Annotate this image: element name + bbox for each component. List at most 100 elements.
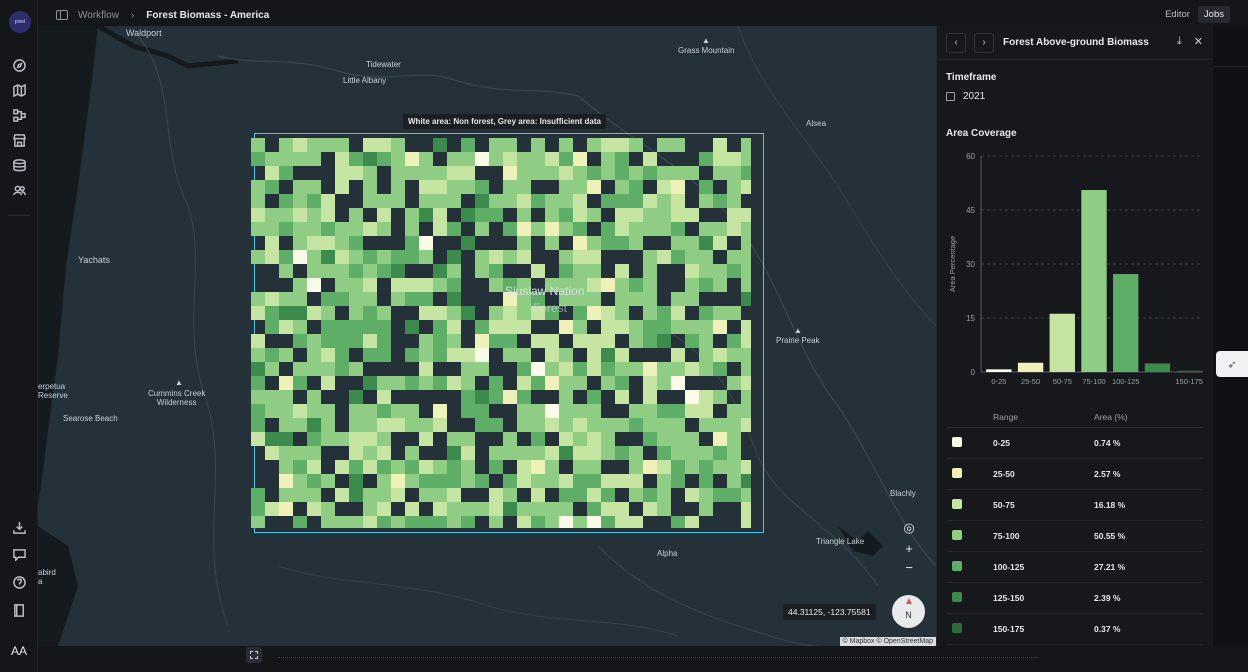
raster-cell xyxy=(671,432,685,446)
app-logo[interactable]: pixel xyxy=(9,11,31,33)
place-label: Triangle Lake xyxy=(816,537,865,546)
raster-cell xyxy=(321,348,335,362)
raster-cell xyxy=(503,348,517,362)
raster-cell xyxy=(587,334,601,348)
raster-cell xyxy=(517,194,531,208)
raster-cell xyxy=(251,180,265,194)
raster-cell xyxy=(741,362,751,376)
raster-cell xyxy=(419,460,433,474)
map-attribution[interactable]: © Mapbox © OpenStreetMap xyxy=(839,637,936,646)
book-icon[interactable] xyxy=(12,603,26,617)
raster-cell xyxy=(489,278,503,292)
raster-cell xyxy=(475,152,489,166)
help-icon[interactable] xyxy=(12,575,26,589)
raster-cell xyxy=(461,432,475,446)
raster-cell xyxy=(363,222,377,236)
close-icon[interactable]: ✕ xyxy=(1194,35,1203,48)
raster-cell xyxy=(293,460,307,474)
raster-cell xyxy=(615,516,629,528)
raster-cell xyxy=(517,362,531,376)
download-icon[interactable] xyxy=(12,520,26,534)
raster-cell xyxy=(671,292,685,306)
raster-cell xyxy=(741,404,751,418)
next-icon[interactable]: › xyxy=(974,32,994,53)
breadcrumb-workflow[interactable]: Workflow xyxy=(78,10,119,21)
team-icon[interactable] xyxy=(12,183,26,197)
panel-actions: ⤓ ✕ xyxy=(1177,35,1203,48)
download-icon[interactable]: ⤓ xyxy=(1177,35,1182,48)
fullscreen-button[interactable] xyxy=(246,647,262,663)
compass-button[interactable]: N xyxy=(892,595,925,628)
bar[interactable] xyxy=(1017,362,1044,372)
store-icon[interactable] xyxy=(12,133,26,147)
range-cell: 50-75 xyxy=(993,500,1015,510)
chat-icon[interactable] xyxy=(12,547,26,561)
bar[interactable] xyxy=(1081,190,1107,372)
raster-cell xyxy=(699,152,713,166)
rocket-icon[interactable]: ➶ xyxy=(1216,351,1248,377)
raster-cell xyxy=(377,488,391,502)
raster-cell xyxy=(391,292,405,306)
raster-cell xyxy=(447,320,461,334)
raster-cell xyxy=(405,460,419,474)
raster-cell xyxy=(419,194,433,208)
raster-cell xyxy=(447,376,461,390)
raster-cell xyxy=(279,306,293,320)
raster-cell xyxy=(475,334,489,348)
bar[interactable] xyxy=(1176,370,1202,372)
raster-cell xyxy=(629,278,643,292)
raster-cell xyxy=(461,502,475,516)
raster-cell xyxy=(349,404,363,418)
bar[interactable] xyxy=(1049,313,1075,372)
raster-cell xyxy=(727,152,741,166)
bar[interactable] xyxy=(986,369,1012,372)
editor-tab[interactable]: Editor xyxy=(1159,6,1196,23)
raster-cell xyxy=(489,516,503,528)
raster-cell xyxy=(265,404,279,418)
raster-cell xyxy=(419,152,433,166)
database-icon[interactable] xyxy=(12,158,26,172)
map-canvas[interactable]: Waldport Tidewater Little Albany ▲ Grass… xyxy=(38,26,936,646)
map-icon[interactable] xyxy=(12,83,26,97)
raster-cell xyxy=(489,418,503,432)
jobs-tab[interactable]: Jobs xyxy=(1197,6,1230,23)
raster-cell xyxy=(419,166,433,180)
bar[interactable] xyxy=(1144,363,1171,372)
raster-cell xyxy=(713,390,727,404)
raster-cell xyxy=(531,264,545,278)
raster-cell xyxy=(573,446,587,460)
fullscreen-icon xyxy=(250,651,258,659)
timeline-track[interactable] xyxy=(278,657,1038,658)
raster-cell xyxy=(741,138,751,152)
raster-cell xyxy=(363,152,377,166)
user-avatar[interactable]: AA xyxy=(6,640,32,662)
raster-cell xyxy=(727,222,741,236)
zoom-in-button[interactable]: + xyxy=(901,540,917,556)
raster-cell xyxy=(475,180,489,194)
locate-icon[interactable]: ◎ xyxy=(901,520,917,536)
raster-cell xyxy=(335,334,349,348)
sidebar-toggle-icon[interactable] xyxy=(56,10,68,20)
workflow-icon[interactable] xyxy=(12,108,26,122)
bar[interactable] xyxy=(1113,274,1139,372)
compass-icon[interactable] xyxy=(12,58,26,72)
y-tick-label: 0 xyxy=(971,368,976,377)
biomass-raster xyxy=(251,138,751,528)
zoom-out-button[interactable]: − xyxy=(901,559,917,575)
raster-cell xyxy=(685,292,699,306)
raster-cell xyxy=(727,418,741,432)
raster-cell xyxy=(559,194,573,208)
raster-cell xyxy=(699,180,713,194)
raster-cell xyxy=(559,222,573,236)
place-label: erpetua Reserve xyxy=(38,382,68,400)
raster-cell xyxy=(335,292,349,306)
raster-cell xyxy=(699,488,713,502)
raster-cell xyxy=(685,516,699,528)
raster-cell xyxy=(587,278,601,292)
previous-icon[interactable]: ‹ xyxy=(946,32,966,53)
raster-cell xyxy=(531,138,545,152)
raster-cell xyxy=(699,502,713,516)
raster-cell xyxy=(671,250,685,264)
raster-cell xyxy=(293,488,307,502)
raster-cell xyxy=(601,334,615,348)
